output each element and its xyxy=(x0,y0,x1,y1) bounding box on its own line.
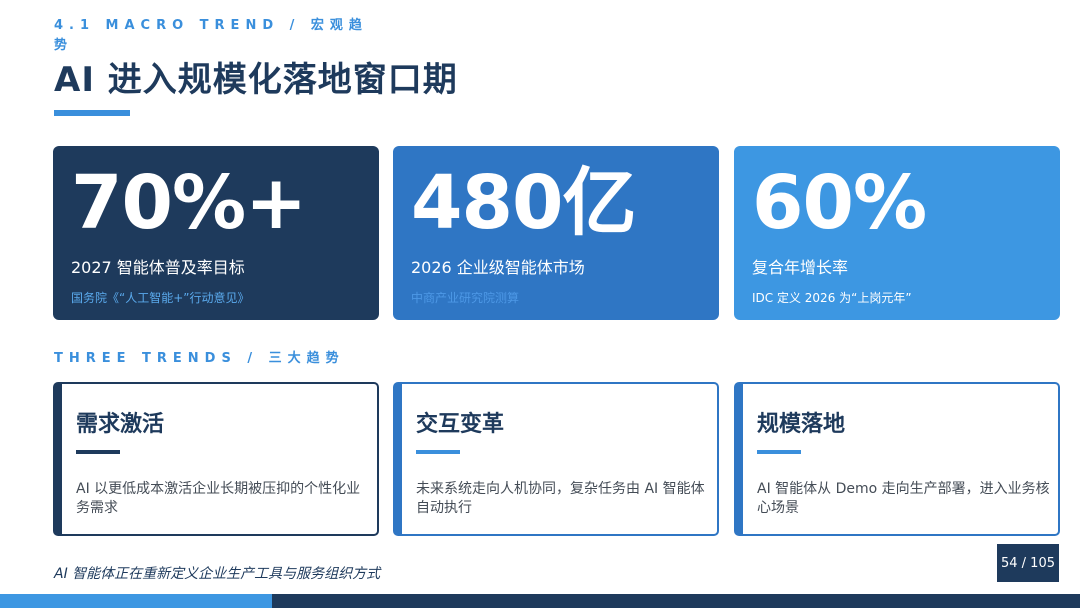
footer-note: AI 智能体正在重新定义企业生产工具与服务组织方式 xyxy=(54,566,381,582)
trend-description: AI 智能体从 Demo 走向生产部署，进入业务核心场景 xyxy=(757,481,1050,516)
page-number-badge: 54 / 105 xyxy=(997,544,1059,582)
trend-card-scale: 规模落地 AI 智能体从 Demo 走向生产部署，进入业务核心场景 xyxy=(734,382,1060,536)
title-underline xyxy=(54,110,130,116)
trend-underline xyxy=(757,450,801,454)
trend-title: 规模落地 xyxy=(757,412,846,437)
trend-card-interaction: 交互变革 未来系统走向人机协同，复杂任务由 AI 智能体自动执行 xyxy=(393,382,719,536)
trend-title: 需求激活 xyxy=(76,412,165,437)
stat-value: 70%+ xyxy=(71,160,307,246)
trends-section-heading: THREE TRENDS / 三大趋势 xyxy=(54,351,345,366)
stat-source: 国务院《“人工智能+”行动意见》 xyxy=(71,291,250,305)
stat-card-adoption: 70%+ 2027 智能体普及率目标 国务院《“人工智能+”行动意见》 xyxy=(53,146,379,320)
stat-source: 中商产业研究院测算 xyxy=(411,291,520,305)
stat-label: 复合年增长率 xyxy=(752,258,849,277)
bottom-accent-strip xyxy=(0,594,272,608)
page-title: AI 进入规模化落地窗口期 xyxy=(54,60,458,100)
trend-card-demand: 需求激活 AI 以更低成本激活企业长期被压抑的个性化业务需求 xyxy=(53,382,379,536)
trend-underline xyxy=(76,450,120,454)
section-eyebrow: 4.1 MACRO TREND / 宏观趋势 xyxy=(54,18,368,53)
stat-card-market: 480亿 2026 企业级智能体市场 中商产业研究院测算 xyxy=(393,146,719,320)
stat-card-growth: 60% 复合年增长率 IDC 定义 2026 为“上岗元年” xyxy=(734,146,1060,320)
stat-label: 2026 企业级智能体市场 xyxy=(411,258,585,277)
stat-value: 60% xyxy=(752,160,927,246)
bottom-strip xyxy=(272,594,1080,608)
trend-description: 未来系统走向人机协同，复杂任务由 AI 智能体自动执行 xyxy=(416,481,705,516)
trend-title: 交互变革 xyxy=(416,412,505,437)
trend-underline xyxy=(416,450,460,454)
stat-label: 2027 智能体普及率目标 xyxy=(71,258,245,277)
stat-value: 480亿 xyxy=(411,160,636,246)
trend-description: AI 以更低成本激活企业长期被压抑的个性化业务需求 xyxy=(76,481,361,516)
stat-source: IDC 定义 2026 为“上岗元年” xyxy=(752,291,912,305)
